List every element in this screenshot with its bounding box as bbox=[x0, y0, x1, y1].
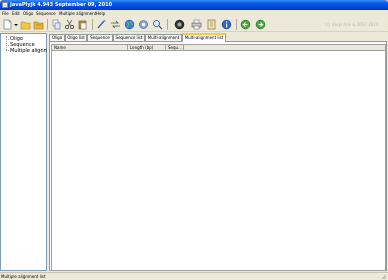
open-folder-icon[interactable] bbox=[20, 19, 31, 30]
app-icon bbox=[2, 2, 8, 8]
menu-multiple-alignment[interactable]: Multiple alignment bbox=[59, 11, 96, 16]
tab-multi-alignment[interactable]: Multi-alignment bbox=[145, 34, 182, 41]
status-bar: Multiple alignment list bbox=[0, 272, 388, 280]
search-icon[interactable] bbox=[152, 19, 163, 30]
tab-sequence[interactable]: Sequence bbox=[87, 34, 113, 41]
table-header: Name Length (bp) Sequ... bbox=[52, 45, 385, 51]
settings-icon[interactable] bbox=[138, 19, 149, 30]
column-header-sequence[interactable]: Sequ... bbox=[166, 45, 184, 51]
resize-grip-icon[interactable] bbox=[381, 274, 387, 280]
tab-oligo[interactable]: Oligo bbox=[49, 34, 65, 41]
toolbar: (c) Vasyl Kriv & 2007-2010 bbox=[0, 17, 388, 32]
forward-icon[interactable] bbox=[255, 19, 266, 30]
cut-icon[interactable] bbox=[64, 19, 75, 30]
window-title: JavaPlyjk 4.943 September 09, 2010 bbox=[10, 2, 113, 8]
camera-icon[interactable] bbox=[174, 19, 185, 30]
save-icon[interactable] bbox=[33, 19, 44, 30]
tab-content: Name Length (bp) Sequ... bbox=[49, 41, 387, 271]
dropdown-arrow-icon[interactable] bbox=[13, 19, 19, 30]
copyright-watermark: (c) Vasyl Kriv & 2007-2010 bbox=[325, 22, 379, 27]
menu-bar: File Edit Oligo Sequence Multiple alignm… bbox=[0, 10, 388, 17]
menu-help[interactable]: Help bbox=[96, 11, 105, 16]
new-file-icon[interactable] bbox=[2, 19, 13, 30]
menu-oligo[interactable]: Oligo bbox=[23, 11, 33, 16]
menu-sequence[interactable]: Sequence bbox=[36, 11, 56, 16]
alignment-table[interactable]: Name Length (bp) Sequ... bbox=[51, 44, 386, 271]
tab-sequence-list[interactable]: Sequence list bbox=[113, 34, 145, 41]
tab-strip: Oligo Oligo list Sequence Sequence list … bbox=[49, 33, 386, 42]
arrows-icon[interactable] bbox=[110, 19, 121, 30]
copy-icon[interactable] bbox=[51, 19, 62, 30]
paste-icon[interactable] bbox=[77, 19, 88, 30]
menu-edit[interactable]: Edit bbox=[12, 11, 20, 16]
menu-file[interactable]: File bbox=[2, 11, 9, 16]
status-text: Multiple alignment list bbox=[1, 274, 46, 279]
tree-item-multiple-alignment[interactable]: Multiple alignme bbox=[10, 48, 48, 54]
title-bar: JavaPlyjk 4.943 September 09, 2010 bbox=[0, 0, 388, 10]
print-icon[interactable] bbox=[191, 19, 202, 30]
tab-multi-alignment-list[interactable]: Multi-alignment list bbox=[182, 33, 226, 42]
info-icon[interactable] bbox=[221, 19, 232, 30]
wand-icon[interactable] bbox=[96, 19, 107, 30]
properties-icon[interactable] bbox=[206, 19, 217, 30]
globe-icon[interactable] bbox=[124, 19, 135, 30]
tab-oligo-list[interactable]: Oligo list bbox=[65, 34, 87, 41]
tree-panel[interactable]: Oligo Sequence Multiple alignme bbox=[0, 33, 48, 271]
column-header-length[interactable]: Length (bp) bbox=[128, 45, 166, 51]
column-header-name[interactable]: Name bbox=[52, 45, 128, 51]
back-icon[interactable] bbox=[240, 19, 251, 30]
